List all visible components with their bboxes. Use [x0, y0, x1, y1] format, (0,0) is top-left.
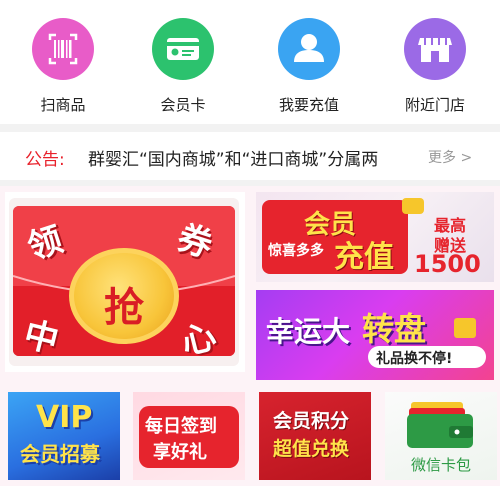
- spin-subtitle: 礼品换不停!: [376, 351, 453, 367]
- store-icon: [404, 18, 466, 80]
- menu-label-nearby-store: 附近门店: [404, 96, 465, 114]
- coupon-center-banner[interactable]: 抢 领 券 中 心: [5, 192, 245, 372]
- menu-label-scan: 扫商品: [40, 96, 86, 114]
- announcement-text[interactable]: 群婴汇“国内商城”和“进口商城”分属两: [88, 145, 400, 170]
- menu-label-recharge: 我要充值: [278, 96, 339, 114]
- menu-item-member-card[interactable]: 会员卡: [138, 18, 228, 115]
- promo-grid: 抢 领 券 中 心 会员 惊喜多多 充值 最高 赠送 1500 幸运大 转盘 礼…: [0, 186, 500, 486]
- user-recharge-icon: [278, 18, 340, 80]
- member-card-icon: [152, 18, 214, 80]
- barcode-scan-icon: [32, 18, 94, 80]
- vip-title: VIP: [36, 400, 93, 435]
- points-title: 会员积分: [273, 410, 350, 432]
- gift-box-icon: [402, 198, 424, 214]
- announcement-prefix: 公告:: [25, 150, 65, 170]
- announcement-bar[interactable]: 公告: 群婴汇“国内商城”和“进口商城”分属两 更多 >: [0, 132, 500, 180]
- spin-title-highlight: 转盘: [362, 310, 427, 348]
- member-points-banner[interactable]: 会员积分 超值兑换: [259, 392, 371, 480]
- more-link[interactable]: 更多 >: [428, 147, 472, 167]
- wechat-card-wallet-banner[interactable]: 微信卡包: [385, 392, 497, 480]
- recharge-title2: 充值: [334, 240, 394, 275]
- grab-coin-icon: 抢: [69, 248, 179, 344]
- sign-subtitle: 享好礼: [153, 442, 207, 463]
- coupon-envelope: 抢 领 券 中 心: [13, 206, 235, 356]
- lucky-wheel-banner[interactable]: 幸运大 转盘 礼品换不停!: [256, 290, 494, 380]
- spin-title: 幸运大: [266, 315, 351, 348]
- menu-item-nearby-store[interactable]: 附近门店: [390, 18, 480, 115]
- sign-title: 每日签到: [145, 416, 217, 437]
- quick-menu: 扫商品 会员卡 我要充值 附近门店: [0, 0, 500, 124]
- menu-label-member-card: 会员卡: [160, 96, 206, 114]
- recharge-subtitle: 惊喜多多: [268, 243, 324, 259]
- wallet-icon: [407, 402, 473, 448]
- coin-label: 抢: [104, 284, 144, 331]
- wallet-label: 微信卡包: [410, 456, 471, 474]
- gift-box-icon: [454, 318, 476, 338]
- points-subtitle: 超值兑换: [273, 438, 350, 460]
- menu-item-scan[interactable]: 扫商品: [18, 18, 108, 115]
- vip-subtitle: 会员招募: [20, 442, 100, 466]
- daily-sign-in-banner[interactable]: 每日签到 享好礼: [133, 392, 245, 480]
- vip-recruit-banner[interactable]: VIP 会员招募: [8, 392, 120, 480]
- member-recharge-banner[interactable]: 会员 惊喜多多 充值 最高 赠送 1500: [256, 192, 494, 282]
- menu-item-recharge[interactable]: 我要充值: [264, 18, 354, 115]
- recharge-amount: 1500: [414, 250, 481, 278]
